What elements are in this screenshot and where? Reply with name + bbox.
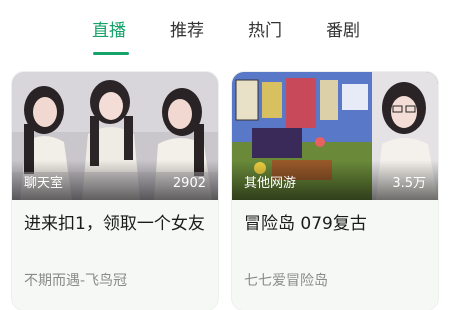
viewer-count: 3.5万 bbox=[392, 176, 426, 191]
tab-recommend[interactable]: 推荐 bbox=[170, 18, 204, 44]
tab-live[interactable]: 直播 bbox=[92, 18, 126, 44]
tab-bar: 直播 推荐 热门 番剧 bbox=[0, 0, 450, 60]
stream-title[interactable]: 进来扣1，领取一个女友 bbox=[24, 210, 208, 238]
stream-category: 其他网游 bbox=[244, 176, 297, 191]
streamer-name[interactable]: 不期而遇-飞鸟冠 bbox=[24, 270, 127, 290]
streamer-name[interactable]: 七七爱冒险岛 bbox=[244, 270, 328, 290]
active-tab-indicator bbox=[93, 52, 129, 55]
tab-anime[interactable]: 番剧 bbox=[326, 18, 360, 44]
live-card-chat[interactable]: 聊天室 2902 进来扣1，领取一个女友 不期而遇-飞鸟冠 bbox=[12, 72, 218, 310]
stream-thumbnail[interactable]: 其他网游 3.5万 bbox=[232, 72, 438, 200]
stream-category: 聊天室 bbox=[24, 176, 64, 191]
viewer-count: 2902 bbox=[172, 176, 206, 191]
stream-title[interactable]: 冒险岛 079复古 bbox=[244, 210, 428, 238]
tab-hot[interactable]: 热门 bbox=[248, 18, 282, 44]
live-card-game[interactable]: 其他网游 3.5万 冒险岛 079复古 七七爱冒险岛 bbox=[232, 72, 438, 310]
stream-thumbnail[interactable]: 聊天室 2902 bbox=[12, 72, 218, 200]
